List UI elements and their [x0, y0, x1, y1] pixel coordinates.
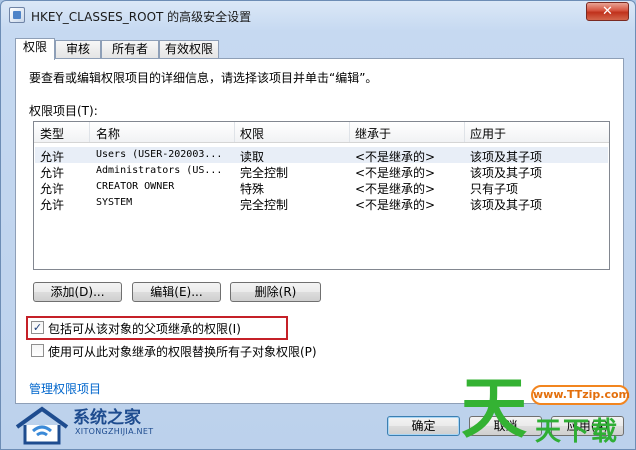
permission-entries-label: 权限项目(T): — [29, 104, 98, 118]
column-header-type[interactable]: 类型 — [40, 125, 64, 142]
tab-permissions[interactable]: 权限 — [15, 38, 55, 60]
registry-icon — [9, 7, 25, 23]
cell-name: Administrators (US... — [96, 165, 223, 176]
replace-child-checkbox-row[interactable]: 使用可从此对象继承的权限替换所有子对象权限(P) — [31, 343, 331, 359]
tab-auditing[interactable]: 审核 — [55, 40, 101, 59]
watermark-right-title: 天下载 — [535, 417, 620, 447]
manage-permission-entries-link[interactable]: 管理权限项目 — [29, 380, 101, 397]
column-header-inherited-from[interactable]: 继承于 — [355, 125, 391, 142]
cell-name: Users (USER-202003... — [96, 149, 223, 160]
column-header-permission[interactable]: 权限 — [240, 125, 264, 142]
tab-owner[interactable]: 所有者 — [101, 40, 159, 59]
include-inheritable-checkbox-row[interactable]: ✓ 包括可从该对象的父项继承的权限(I) — [31, 320, 281, 336]
instruction-text: 要查看或编辑权限项目的详细信息，请选择该项目并单击“编辑”。 — [29, 71, 378, 85]
dialog-window: HKEY_CLASSES_ROOT 的高级安全设置 ✕ 权限 审核 所有者 有效… — [0, 0, 636, 450]
cell-name: CREATOR OWNER — [96, 181, 175, 192]
remove-button[interactable]: 删除(R) — [230, 282, 321, 302]
watermark-left-title: 系统之家 — [73, 408, 141, 428]
ok-button[interactable]: 确定 — [387, 416, 460, 436]
table-row[interactable]: 允许 SYSTEM 完全控制 <不是继承的> 该项及其子项 — [35, 195, 608, 212]
watermark-ttzip: 天 www.TTzip.com 天下载 — [461, 370, 635, 449]
watermark-xitongzhijia: 系统之家 XITONGZHIJIA.NET — [13, 401, 173, 447]
cell-name: SYSTEM — [96, 197, 133, 208]
cell-applies: 该项及其子项 — [470, 198, 543, 212]
include-inheritable-label[interactable]: 包括可从该对象的父项继承的权限(I) — [48, 320, 241, 337]
replace-child-checkbox[interactable] — [31, 344, 44, 357]
close-button[interactable]: ✕ — [586, 2, 629, 21]
column-header-applies-to[interactable]: 应用于 — [470, 125, 506, 142]
column-header-name[interactable]: 名称 — [96, 125, 120, 142]
cell-inherited: <不是继承的> — [355, 198, 436, 212]
replace-child-label[interactable]: 使用可从此对象继承的权限替换所有子对象权限(P) — [48, 343, 317, 360]
table-row[interactable]: 允许 Administrators (US... 完全控制 <不是继承的> 该项… — [35, 163, 608, 180]
window-title: HKEY_CLASSES_ROOT 的高级安全设置 — [31, 10, 252, 24]
watermark-right-glyph: 天 — [461, 370, 527, 447]
list-header: 类型 名称 权限 继承于 应用于 — [34, 122, 609, 143]
permissions-panel: 要查看或编辑权限项目的详细信息，请选择该项目并单击“编辑”。 权限项目(T): … — [15, 58, 624, 404]
cell-type: 允许 — [40, 198, 65, 212]
edit-button[interactable]: 编辑(E)... — [132, 282, 221, 302]
table-row[interactable]: 允许 CREATOR OWNER 特殊 <不是继承的> 只有子项 — [35, 179, 608, 196]
add-button[interactable]: 添加(D)... — [33, 282, 122, 302]
table-row[interactable]: 允许 Users (USER-202003... 读取 <不是继承的> 该项及其… — [35, 147, 608, 164]
house-logo-icon — [15, 406, 69, 445]
watermark-right-url: www.TTzip.com — [531, 385, 630, 405]
title-bar[interactable]: HKEY_CLASSES_ROOT 的高级安全设置 ✕ — [1, 1, 635, 31]
watermark-left-url: XITONGZHIJIA.NET — [75, 427, 154, 436]
permission-entries-list[interactable]: 类型 名称 权限 继承于 应用于 允许 Users (USER-202003..… — [33, 121, 610, 270]
tab-effective-permissions[interactable]: 有效权限 — [159, 40, 219, 59]
cell-permission: 完全控制 — [240, 198, 289, 212]
include-inheritable-checkbox[interactable]: ✓ — [31, 321, 44, 334]
